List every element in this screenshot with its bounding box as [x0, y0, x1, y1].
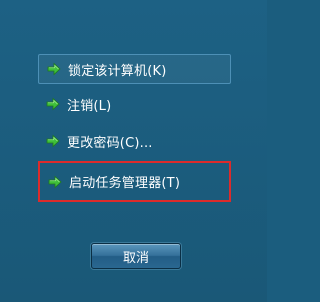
start-task-manager-option[interactable]: 启动任务管理器(T)	[38, 161, 231, 202]
green-arrow-icon	[47, 62, 61, 76]
log-off-option[interactable]: 注销(L)	[38, 89, 231, 119]
green-arrow-icon	[46, 134, 60, 148]
start-task-manager-label: 启动任务管理器(T)	[69, 176, 181, 191]
green-arrow-icon	[46, 97, 60, 111]
log-off-label: 注销(L)	[67, 98, 112, 114]
change-password-option[interactable]: 更改密码(C)...	[38, 126, 231, 156]
cancel-button-label: 取消	[122, 250, 149, 266]
lock-computer-option[interactable]: 锁定该计算机(K)	[38, 54, 231, 84]
secure-attention-screen: 锁定该计算机(K) 注销(L) 更改密码(C)... 启动任务管理器(T) 取消	[0, 0, 267, 302]
cancel-button[interactable]: 取消	[91, 243, 181, 269]
lock-computer-label: 锁定该计算机(K)	[68, 63, 167, 79]
green-arrow-icon	[48, 175, 62, 188]
change-password-label: 更改密码(C)...	[67, 135, 153, 151]
